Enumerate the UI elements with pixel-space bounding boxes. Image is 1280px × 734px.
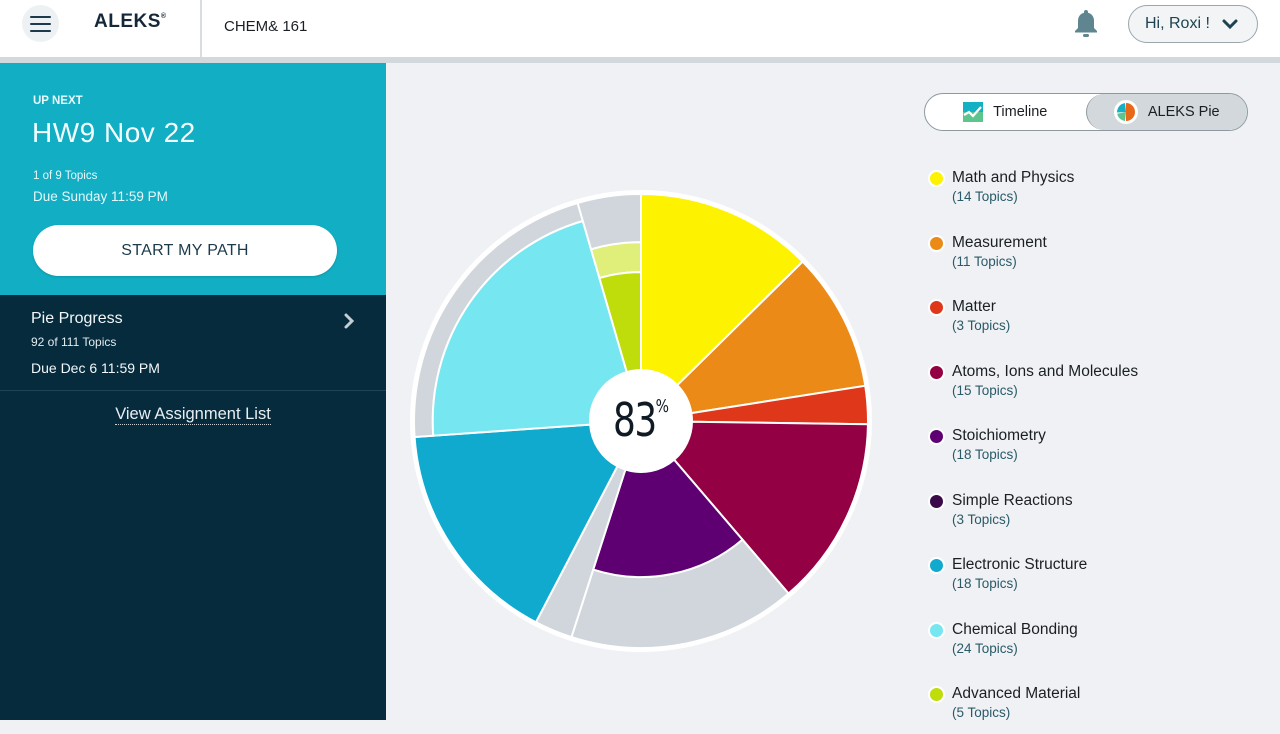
legend-count: (14 Topics)	[952, 189, 1018, 204]
legend-name: Math and Physics	[952, 169, 1075, 186]
hamburger-menu-icon	[30, 15, 51, 18]
legend-color-dot	[928, 621, 945, 639]
percent-value: 83	[613, 393, 657, 447]
user-greeting: Hi, Roxi !	[1145, 15, 1210, 32]
legend-name: Atoms, Ions and Molecules	[952, 362, 1139, 380]
tab-aleks-pie-label: ALEKS Pie	[1147, 104, 1220, 120]
tab-aleks-pie[interactable]: ALEKS Pie	[1085, 94, 1247, 130]
percent-sign: %	[655, 396, 669, 417]
up-next-topics: 1 of 9 Topics	[33, 170, 98, 182]
legend-color-dot	[928, 428, 945, 445]
legend-count: (11 Topics)	[952, 253, 1017, 269]
tab-timeline-label: Timeline	[993, 104, 1048, 120]
bell-icon[interactable]	[1073, 8, 1099, 38]
tab-timeline[interactable]: Timeline	[925, 94, 1086, 130]
legend-name: Simple Reactions	[952, 491, 1073, 509]
legend-count: (3 Topics)	[952, 511, 1011, 527]
view-toggle: Timeline ALEKS Pie	[924, 93, 1248, 131]
legend-color-dot	[928, 299, 945, 316]
legend-count: (18 Topics)	[952, 576, 1018, 591]
legend-count: (18 Topics)	[952, 447, 1018, 462]
hamburger-line	[30, 22, 51, 25]
timeline-icon	[963, 102, 984, 122]
aleks-logo[interactable]: ALEKS®	[94, 11, 167, 33]
pie-progress-item[interactable]: Pie Progress 92 of 111 Topics Due Dec 6 …	[0, 295, 386, 391]
legend-name: Stoichiometry	[952, 427, 1046, 444]
aleks-pie-chart	[410, 190, 872, 652]
menu-button[interactable]	[22, 5, 59, 42]
legend-count: (5 Topics)	[952, 705, 1011, 720]
legend-name: Advanced Material	[952, 685, 1081, 702]
hamburger-line	[30, 29, 51, 32]
legend-count: (15 Topics)	[952, 382, 1018, 398]
sidebar: UP NEXT HW9 Nov 22 1 of 9 Topics Due Sun…	[0, 63, 386, 720]
pie-icon	[1113, 100, 1138, 124]
view-assignment-list-link[interactable]: View Assignment List	[115, 405, 271, 425]
legend-color-dot	[928, 170, 945, 187]
legend-name: Electronic Structure	[952, 556, 1088, 573]
pie-center-percent: 83%	[602, 393, 680, 447]
pie-progress-title: Pie Progress	[31, 310, 123, 327]
up-next-due: Due Sunday 11:59 PM	[33, 189, 168, 204]
pie-progress-topics: 92 of 111 Topics	[31, 335, 117, 349]
legend-name: Chemical Bonding	[952, 620, 1078, 638]
chevron-down-icon	[1222, 19, 1238, 29]
header-divider	[200, 0, 202, 57]
chevron-right-icon	[344, 313, 355, 329]
logo-registered-mark: ®	[160, 13, 167, 20]
legend-color-dot	[928, 492, 945, 510]
legend-color-dot	[928, 234, 945, 252]
legend-name: Measurement	[952, 233, 1047, 251]
up-next-card: UP NEXT HW9 Nov 22 1 of 9 Topics Due Sun…	[0, 63, 386, 295]
course-title[interactable]: CHEM& 161	[224, 18, 307, 35]
start-my-path-button[interactable]: START MY PATH	[33, 225, 337, 276]
legend-count: (3 Topics)	[952, 318, 1011, 333]
legend-color-dot	[928, 557, 945, 574]
up-next-title: HW9 Nov 22	[32, 117, 196, 148]
user-menu-button[interactable]: Hi, Roxi !	[1128, 5, 1258, 43]
legend-color-dot	[928, 686, 945, 703]
top-bar: ALEKS® CHEM& 161 Hi, Roxi !	[0, 0, 1280, 57]
legend-name: Matter	[952, 298, 996, 315]
pie-progress-due: Due Dec 6 11:59 PM	[31, 360, 160, 376]
logo-text: ALEKS	[94, 11, 161, 32]
legend-color-dot	[928, 363, 945, 381]
view-assignment-list-container: View Assignment List	[0, 405, 386, 425]
up-next-label: UP NEXT	[33, 95, 83, 107]
legend-count: (24 Topics)	[952, 640, 1018, 656]
